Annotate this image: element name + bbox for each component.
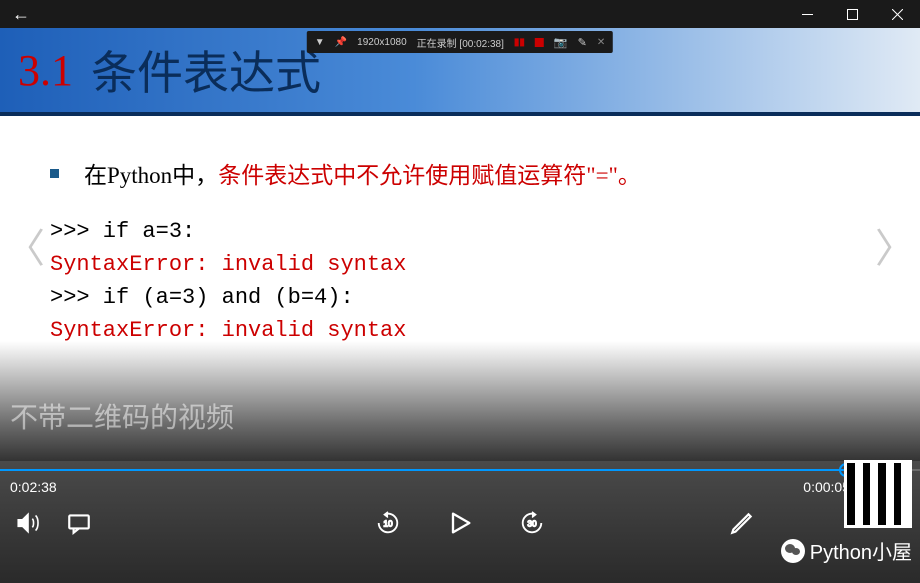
recording-status: 正在录制 [00:02:38] bbox=[417, 35, 504, 50]
code-line: >>> if a=3: bbox=[50, 215, 870, 248]
code-line: SyntaxError: invalid syntax bbox=[50, 314, 870, 347]
player-controls: 0:02:38 0:00:05 10 30 Python小屋 bbox=[0, 461, 920, 583]
pencil-icon[interactable]: ✎ bbox=[578, 36, 587, 49]
recording-close-button[interactable]: ✕ bbox=[597, 37, 605, 48]
titlebar: ← bbox=[0, 0, 920, 28]
window-controls bbox=[785, 0, 920, 28]
volume-button[interactable] bbox=[15, 510, 41, 543]
svg-text:30: 30 bbox=[527, 519, 537, 529]
bullet-text-prefix: 在Python中， bbox=[84, 156, 218, 190]
video-content: 3.1 条件表达式 在Python中， 条件表达式中不允许使用赋值运算符"="。… bbox=[0, 28, 920, 461]
minimize-button[interactable] bbox=[785, 0, 830, 28]
forward-button[interactable]: 30 bbox=[519, 510, 545, 543]
bullet-text-highlight: 条件表达式中不允许使用赋值运算符"="。 bbox=[218, 156, 641, 190]
channel-watermark: Python小屋 bbox=[781, 536, 912, 565]
progress-fill bbox=[0, 469, 846, 471]
rewind-button[interactable]: 10 bbox=[375, 510, 401, 543]
back-button[interactable]: ← bbox=[0, 4, 42, 25]
pause-recording-button[interactable]: ▮▮ bbox=[514, 37, 525, 48]
maximize-button[interactable] bbox=[830, 0, 875, 28]
bullet-icon bbox=[50, 169, 59, 178]
code-line: SyntaxError: invalid syntax bbox=[50, 248, 870, 281]
recording-toolbar[interactable]: ▼ 📌 1920x1080 正在录制 [00:02:38] ▮▮ 📷 ✎ ✕ bbox=[307, 31, 613, 53]
code-line: >>> if (a=3) and (b=4): bbox=[50, 281, 870, 314]
video-watermark: 不带二维码的视频 bbox=[10, 396, 234, 436]
play-button[interactable] bbox=[446, 509, 474, 544]
stop-recording-button[interactable] bbox=[535, 38, 544, 47]
chevron-down-icon[interactable]: ▼ bbox=[315, 37, 325, 48]
next-button[interactable]: 〉 bbox=[875, 216, 915, 274]
slide-bullet: 在Python中， 条件表达式中不允许使用赋值运算符"="。 bbox=[50, 156, 870, 190]
slide-title: 条件表达式 bbox=[91, 37, 321, 103]
current-time: 0:02:38 bbox=[10, 479, 57, 495]
edit-button[interactable] bbox=[729, 510, 755, 543]
camera-icon[interactable]: 📷 bbox=[554, 36, 568, 49]
pin-icon[interactable]: 📌 bbox=[335, 37, 347, 48]
svg-text:10: 10 bbox=[383, 519, 393, 529]
qr-code bbox=[844, 460, 912, 528]
wechat-icon bbox=[781, 539, 805, 563]
progress-bar[interactable] bbox=[0, 469, 920, 471]
code-block: >>> if a=3: SyntaxError: invalid syntax … bbox=[50, 215, 870, 347]
comment-button[interactable] bbox=[66, 510, 92, 543]
recording-resolution: 1920x1080 bbox=[357, 37, 407, 48]
slide-number: 3.1 bbox=[0, 45, 91, 96]
close-button[interactable] bbox=[875, 0, 920, 28]
previous-button[interactable]: 〈 bbox=[5, 216, 45, 274]
remaining-time: 0:00:05 bbox=[803, 479, 850, 495]
